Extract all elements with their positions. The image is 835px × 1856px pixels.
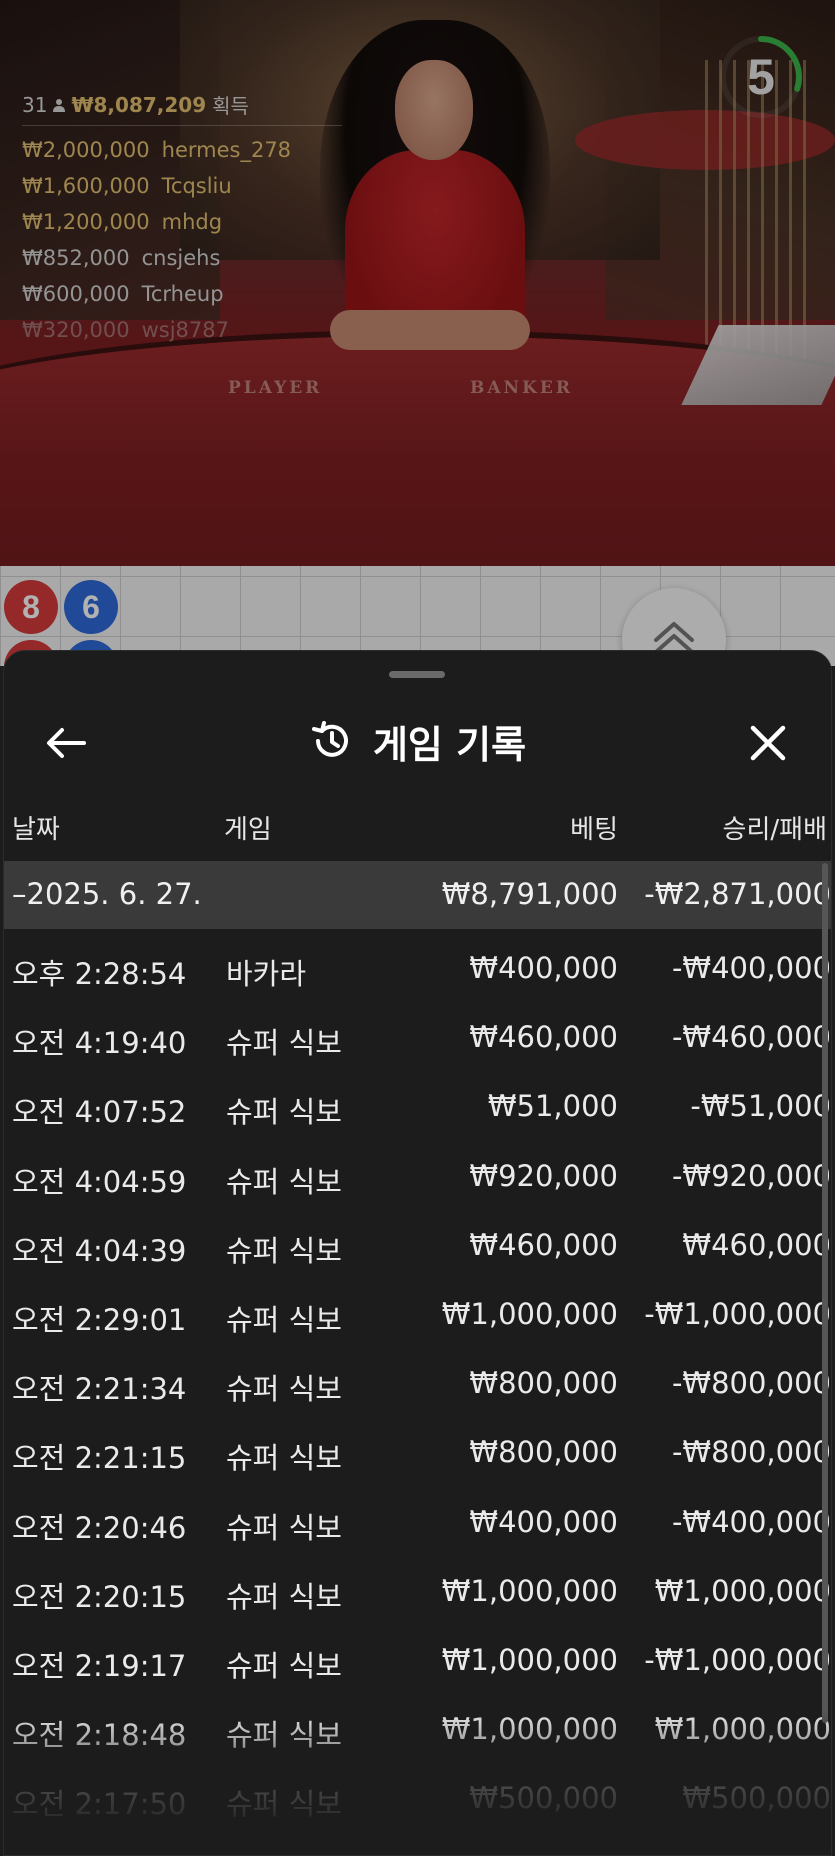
row-result: -₩51,000 [690,1089,831,1124]
row-result: -₩400,000 [671,1504,831,1539]
table-row[interactable]: 오전 2:17:50 슈퍼 식보 ₩500,000 ₩500,000 [4,1761,831,1830]
table-row[interactable]: 오전 2:21:15 슈퍼 식보 ₩800,000 -₩800,000 [4,1415,831,1484]
back-button[interactable] [42,719,90,767]
row-result: ₩1,000,000 [654,1712,831,1747]
row-bet: ₩1,000,000 [441,1642,618,1677]
close-button[interactable] [744,719,792,767]
row-result: -₩920,000 [671,1158,831,1193]
column-header-date: 날짜 [12,815,60,845]
game-history-sheet: 게임 기록 날짜 게임 베팅 승리/패배 –2025. 6. 27. ₩8,79… [3,650,832,1856]
row-time: 오전 2:21:15 [12,1441,187,1476]
row-game: 바카라 [226,957,307,991]
row-bet: ₩51,000 [487,1089,618,1124]
row-result: -₩800,000 [671,1435,831,1470]
row-time: 오전 2:19:17 [12,1648,187,1683]
row-time: 오전 2:20:15 [12,1579,187,1614]
row-result: -₩1,000,000 [644,1296,831,1331]
row-game: 슈퍼 식보 [226,1787,342,1822]
row-time: 오전 4:04:59 [12,1164,187,1199]
row-bet: ₩1,000,000 [441,1573,618,1608]
sheet-title-group: 게임 기록 [4,701,831,781]
row-game: 슈퍼 식보 [226,1579,342,1614]
row-result: ₩500,000 [682,1781,831,1816]
table-row[interactable]: 오전 2:20:15 슈퍼 식보 ₩1,000,000 ₩1,000,000 [4,1554,831,1623]
row-bet: ₩1,000,000 [441,1712,618,1747]
table-row[interactable]: 오후 2:28:54 바카라 ₩400,000 -₩400,000 [4,931,831,1000]
table-row[interactable]: 오전 4:04:59 슈퍼 식보 ₩920,000 -₩920,000 [4,1139,831,1208]
date-group-bet: ₩8,791,000 [441,877,618,911]
arrow-left-icon [47,728,86,758]
table-row[interactable]: 오전 4:19:40 슈퍼 식보 ₩460,000 -₩460,000 [4,1000,831,1069]
row-game: 슈퍼 식보 [226,1441,342,1476]
row-bet: ₩460,000 [469,1227,618,1262]
row-bet: ₩460,000 [469,1020,618,1055]
row-result: -₩460,000 [671,1020,831,1055]
row-bet: ₩800,000 [469,1435,618,1470]
row-result: ₩460,000 [682,1227,831,1262]
close-icon [750,725,786,761]
sheet-title: 게임 기록 [372,722,527,767]
column-header-bet: 베팅 [570,815,618,845]
row-game: 슈퍼 식보 [226,1026,342,1061]
row-time: 오전 2:21:34 [12,1372,187,1407]
table-row[interactable]: 오전 4:07:52 슈퍼 식보 ₩51,000 -₩51,000 [4,1069,831,1138]
row-bet: ₩500,000 [469,1781,618,1816]
date-group-row[interactable]: –2025. 6. 27. ₩8,791,000 -₩2,871,000 [4,861,831,929]
row-game: 슈퍼 식보 [226,1233,342,1268]
row-result: -₩1,000,000 [644,1642,831,1677]
history-icon [311,721,348,757]
row-game: 슈퍼 식보 [226,1302,342,1337]
date-group-result: -₩2,871,000 [644,877,831,911]
scrollbar[interactable] [822,863,828,1723]
sheet-header: 게임 기록 [4,701,831,781]
row-game: 슈퍼 식보 [226,1648,342,1683]
row-bet: ₩400,000 [469,1504,618,1539]
row-bet: ₩400,000 [469,951,618,985]
row-bet: ₩920,000 [469,1158,618,1193]
row-game: 슈퍼 식보 [226,1510,342,1545]
table-header: 날짜 게임 베팅 승리/패배 [4,801,831,851]
row-time: 오전 2:18:48 [12,1718,187,1753]
table-row[interactable]: 오전 2:20:46 슈퍼 식보 ₩400,000 -₩400,000 [4,1485,831,1554]
history-rows: 오후 2:28:54 바카라 ₩400,000 -₩400,000 오전 4:19:40… [4,931,831,1830]
row-time: 오전 4:19:40 [12,1026,187,1061]
row-result: -₩800,000 [671,1366,831,1401]
table-row[interactable]: 오전 2:18:48 슈퍼 식보 ₩1,000,000 ₩1,000,000 [4,1692,831,1761]
table-row[interactable]: 오전 4:04:39 슈퍼 식보 ₩460,000 ₩460,000 [4,1208,831,1277]
row-time: 오전 2:29:01 [12,1302,187,1337]
table-row[interactable]: 오전 2:21:34 슈퍼 식보 ₩800,000 -₩800,000 [4,1346,831,1415]
table-row[interactable]: 오전 2:29:01 슈퍼 식보 ₩1,000,000 -₩1,000,000 [4,1277,831,1346]
row-game: 슈퍼 식보 [226,1095,342,1130]
modal-backdrop[interactable] [0,0,835,666]
row-bet: ₩1,000,000 [441,1296,618,1331]
row-game: 슈퍼 식보 [226,1372,342,1407]
column-header-game: 게임 [224,815,272,845]
row-time: 오전 4:04:39 [12,1233,187,1268]
column-header-result: 승리/패배 [722,815,827,845]
row-bet: ₩800,000 [469,1366,618,1401]
row-time: 오후 2:28:54 [12,957,187,991]
row-result: ₩1,000,000 [654,1573,831,1608]
row-result: -₩400,000 [671,951,831,985]
table-row[interactable]: 오전 2:19:17 슈퍼 식보 ₩1,000,000 -₩1,000,000 [4,1623,831,1692]
drag-handle[interactable] [389,671,445,678]
row-time: 오전 2:20:46 [12,1510,187,1545]
row-time: 오전 2:17:50 [12,1787,187,1822]
row-game: 슈퍼 식보 [226,1164,342,1199]
row-time: 오전 4:07:52 [12,1095,187,1130]
row-game: 슈퍼 식보 [226,1718,342,1753]
date-group-label: –2025. 6. 27. [12,877,202,911]
